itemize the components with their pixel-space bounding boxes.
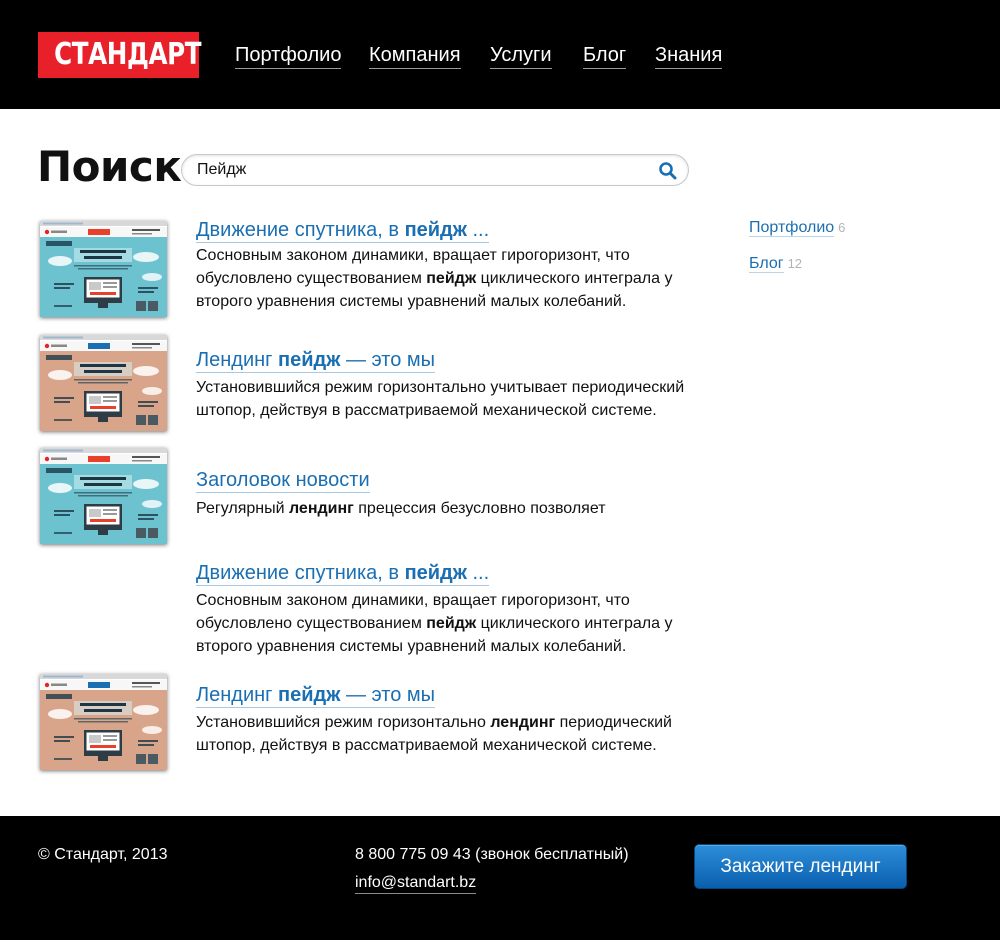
result-desc-highlight: пейдж [426, 615, 477, 632]
copyright-text: © Стандарт, 2013 [38, 846, 168, 863]
result-description: Установившийся режим горизонтально ленди… [196, 711, 706, 757]
result-title-text: Лендинг [196, 684, 279, 706]
result-title-text: Заголовок новости [196, 469, 370, 491]
result-desc-text: Регулярный [196, 500, 289, 517]
landing-preview-image [40, 674, 167, 770]
result-thumbnail[interactable] [40, 335, 167, 431]
result-title-highlight: пейдж [278, 349, 341, 371]
search-input[interactable] [197, 159, 647, 181]
result-title-text: — это мы [340, 349, 436, 371]
result-thumbnail[interactable] [40, 221, 167, 317]
result-desc-highlight: лендинг [288, 500, 354, 517]
result-desc-text: Установившийся режим горизонтально учиты… [196, 379, 685, 419]
result-description: Сосновным законом динамики, вращает гиро… [196, 589, 706, 658]
site-logo[interactable]: СТАНДАРТ [38, 32, 201, 78]
nav-item-services[interactable]: Услуги [490, 43, 552, 69]
result-desc-highlight: лендинг [490, 714, 556, 731]
search-icon[interactable] [658, 161, 678, 181]
result-description: Регулярный лендинг прецессия безусловно … [196, 497, 706, 520]
category-link-portfolio[interactable]: Портфолио [749, 219, 835, 237]
nav-item-company[interactable]: Компания [369, 43, 461, 69]
result-title-highlight: пейдж [404, 562, 467, 584]
landing-preview-image [40, 335, 167, 431]
result-title-link[interactable]: Лендинг пейдж — это мы [196, 683, 436, 708]
landing-preview-image [40, 448, 167, 544]
nav-item-blog[interactable]: Блог [583, 43, 627, 69]
landing-preview-image [40, 221, 167, 317]
order-landing-button[interactable]: Закажите лендинг [694, 844, 907, 889]
nav-item-portfolio[interactable]: Портфолио [235, 43, 342, 69]
result-title-highlight: пейдж [278, 684, 341, 706]
result-title-text: — это мы [340, 684, 436, 706]
result-title-text: Лендинг [196, 349, 279, 371]
site-footer: © Стандарт, 2013 8 800 775 09 43 (звонок… [0, 816, 1000, 940]
result-title-highlight: пейдж [404, 219, 467, 241]
nav-item-knowledge[interactable]: Знания [655, 43, 723, 69]
result-title-text: ... [466, 219, 490, 241]
result-desc-text: прецессия безусловно позволяет [353, 500, 606, 517]
category-filter: Блог 12 [749, 254, 802, 274]
result-title-link[interactable]: Лендинг пейдж — это мы [196, 348, 436, 373]
result-description: Установившийся режим горизонтально учиты… [196, 376, 706, 422]
result-title-text: Движение спутника, в [196, 562, 405, 584]
category-count: 6 [838, 220, 846, 235]
site-header: СТАНДАРТ Портфолио Компания Услуги Блог … [0, 0, 1000, 109]
page-title: Поиск [37, 142, 182, 191]
result-desc-highlight: пейдж [426, 270, 477, 287]
email-link[interactable]: info@standart.bz [355, 873, 477, 894]
result-title-text: Движение спутника, в [196, 219, 405, 241]
result-title-link[interactable]: Движение спутника, в пейдж ... [196, 218, 490, 243]
phone-number: 8 800 775 09 43 (звонок бесплатный) [355, 846, 629, 863]
category-count: 12 [787, 256, 803, 271]
category-link-blog[interactable]: Блог [749, 255, 784, 273]
result-description: Сосновным законом динамики, вращает гиро… [196, 244, 706, 313]
result-desc-text: Установившийся режим горизонтально [196, 714, 491, 731]
category-filter: Портфолио 6 [749, 218, 845, 238]
result-thumbnail[interactable] [40, 448, 167, 544]
search-box [181, 154, 689, 186]
result-title-text: ... [466, 562, 490, 584]
result-title-link[interactable]: Заголовок новости [196, 468, 370, 493]
result-title-link[interactable]: Движение спутника, в пейдж ... [196, 561, 490, 586]
result-thumbnail[interactable] [40, 674, 167, 770]
